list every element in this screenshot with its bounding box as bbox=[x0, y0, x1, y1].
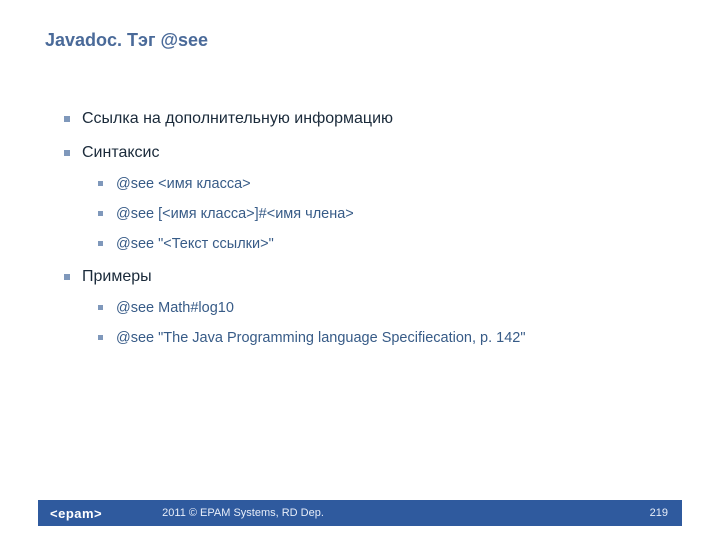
epam-logo: <epam> bbox=[50, 506, 102, 521]
page-number: 219 bbox=[650, 507, 668, 519]
bullet-syntax-label: Синтаксис bbox=[82, 144, 160, 161]
syntax-item: @see [<имя класса>]#<имя члена> bbox=[82, 206, 660, 222]
bullet-list: Ссылка на дополнительную информацию Синт… bbox=[60, 110, 660, 346]
slide: Javadoc. Тэг @see Ссылка на дополнительн… bbox=[0, 0, 720, 540]
slide-title: Javadoc. Тэг @see bbox=[45, 30, 208, 51]
footer-bar: <epam> 2011 © EPAM Systems, RD Dep. 219 bbox=[38, 500, 682, 526]
syntax-item: @see "<Текст ссылки>" bbox=[82, 236, 660, 252]
example-item: @see Math#log10 bbox=[82, 300, 660, 316]
syntax-list: @see <имя класса> @see [<имя класса>]#<и… bbox=[82, 176, 660, 252]
syntax-item: @see <имя класса> bbox=[82, 176, 660, 192]
copyright-text: 2011 © EPAM Systems, RD Dep. bbox=[162, 507, 324, 519]
bullet-intro: Ссылка на дополнительную информацию bbox=[60, 110, 660, 128]
example-item: @see "The Java Programming language Spec… bbox=[82, 330, 660, 346]
bullet-examples-label: Примеры bbox=[82, 268, 152, 285]
examples-list: @see Math#log10 @see "The Java Programmi… bbox=[82, 300, 660, 346]
slide-content: Ссылка на дополнительную информацию Синт… bbox=[60, 110, 660, 362]
bullet-examples: Примеры @see Math#log10 @see "The Java P… bbox=[60, 268, 660, 346]
bullet-syntax: Синтаксис @see <имя класса> @see [<имя к… bbox=[60, 144, 660, 252]
